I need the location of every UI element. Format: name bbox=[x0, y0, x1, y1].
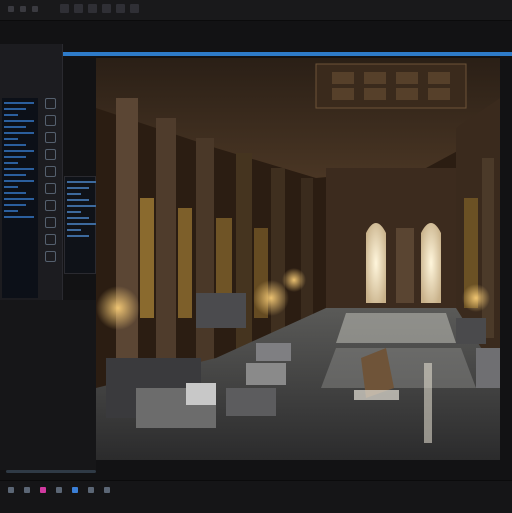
menu-help[interactable] bbox=[130, 4, 139, 13]
toolbox bbox=[42, 98, 58, 298]
property-row[interactable] bbox=[67, 199, 89, 201]
marker-icon[interactable] bbox=[104, 487, 110, 493]
tree-row[interactable] bbox=[4, 108, 26, 110]
empty-panel bbox=[0, 300, 96, 470]
tree-row[interactable] bbox=[4, 216, 34, 218]
menu-edit[interactable] bbox=[74, 4, 83, 13]
eye-icon[interactable] bbox=[44, 251, 56, 262]
move-icon[interactable] bbox=[44, 115, 56, 126]
stop-icon[interactable] bbox=[24, 487, 30, 493]
minimize-icon[interactable] bbox=[20, 6, 26, 12]
temple-hall-render bbox=[96, 58, 500, 460]
tree-row[interactable] bbox=[4, 204, 26, 206]
panel-title bbox=[2, 48, 58, 60]
outliner-panel bbox=[0, 44, 63, 300]
close-icon[interactable] bbox=[8, 6, 14, 12]
rotate-icon[interactable] bbox=[44, 132, 56, 143]
property-row[interactable] bbox=[67, 217, 89, 219]
tree-row[interactable] bbox=[4, 186, 18, 188]
tree-row[interactable] bbox=[4, 144, 26, 146]
scene-tree[interactable] bbox=[2, 98, 38, 298]
property-row[interactable] bbox=[67, 229, 81, 231]
tree-row[interactable] bbox=[4, 132, 34, 134]
tree-row[interactable] bbox=[4, 180, 34, 182]
title-bar bbox=[0, 0, 512, 21]
key-icon[interactable] bbox=[88, 487, 94, 493]
menu-bar bbox=[60, 4, 139, 13]
property-row[interactable] bbox=[67, 235, 89, 237]
loop-icon[interactable] bbox=[56, 487, 62, 493]
tree-row[interactable] bbox=[4, 198, 34, 200]
maximize-icon[interactable] bbox=[32, 6, 38, 12]
tree-row[interactable] bbox=[4, 192, 26, 194]
tree-row[interactable] bbox=[4, 102, 34, 104]
tree-row[interactable] bbox=[4, 126, 26, 128]
settings-icon[interactable] bbox=[44, 217, 56, 228]
property-row[interactable] bbox=[67, 187, 89, 189]
timeline-controls bbox=[8, 487, 110, 493]
horizontal-scrollbar[interactable] bbox=[6, 470, 96, 473]
tree-row[interactable] bbox=[4, 162, 18, 164]
property-row[interactable] bbox=[67, 181, 97, 183]
menu-file[interactable] bbox=[60, 4, 69, 13]
menu-view[interactable] bbox=[88, 4, 97, 13]
property-row[interactable] bbox=[67, 211, 81, 213]
tree-row[interactable] bbox=[4, 138, 18, 140]
tree-row[interactable] bbox=[4, 156, 26, 158]
brush-icon[interactable] bbox=[44, 234, 56, 245]
light-icon[interactable] bbox=[44, 183, 56, 194]
render-viewport[interactable] bbox=[96, 58, 500, 460]
grid-icon[interactable] bbox=[44, 200, 56, 211]
window-controls bbox=[8, 6, 38, 12]
tree-row[interactable] bbox=[4, 168, 34, 170]
scale-icon[interactable] bbox=[44, 149, 56, 160]
tree-row[interactable] bbox=[4, 174, 26, 176]
property-row[interactable] bbox=[67, 205, 97, 207]
menu-window[interactable] bbox=[116, 4, 125, 13]
frame-icon[interactable] bbox=[72, 487, 78, 493]
properties-panel bbox=[64, 176, 97, 274]
camera-icon[interactable] bbox=[44, 166, 56, 177]
timeline-bar bbox=[0, 480, 512, 513]
property-row[interactable] bbox=[67, 223, 97, 225]
record-icon[interactable] bbox=[40, 487, 46, 493]
play-icon[interactable] bbox=[8, 487, 14, 493]
property-row[interactable] bbox=[67, 193, 81, 195]
tree-row[interactable] bbox=[4, 114, 18, 116]
viewport-header-accent bbox=[60, 52, 512, 56]
menu-render[interactable] bbox=[102, 4, 111, 13]
tree-row[interactable] bbox=[4, 150, 34, 152]
cursor-icon[interactable] bbox=[44, 98, 56, 109]
tree-row[interactable] bbox=[4, 120, 34, 122]
tree-row[interactable] bbox=[4, 210, 18, 212]
